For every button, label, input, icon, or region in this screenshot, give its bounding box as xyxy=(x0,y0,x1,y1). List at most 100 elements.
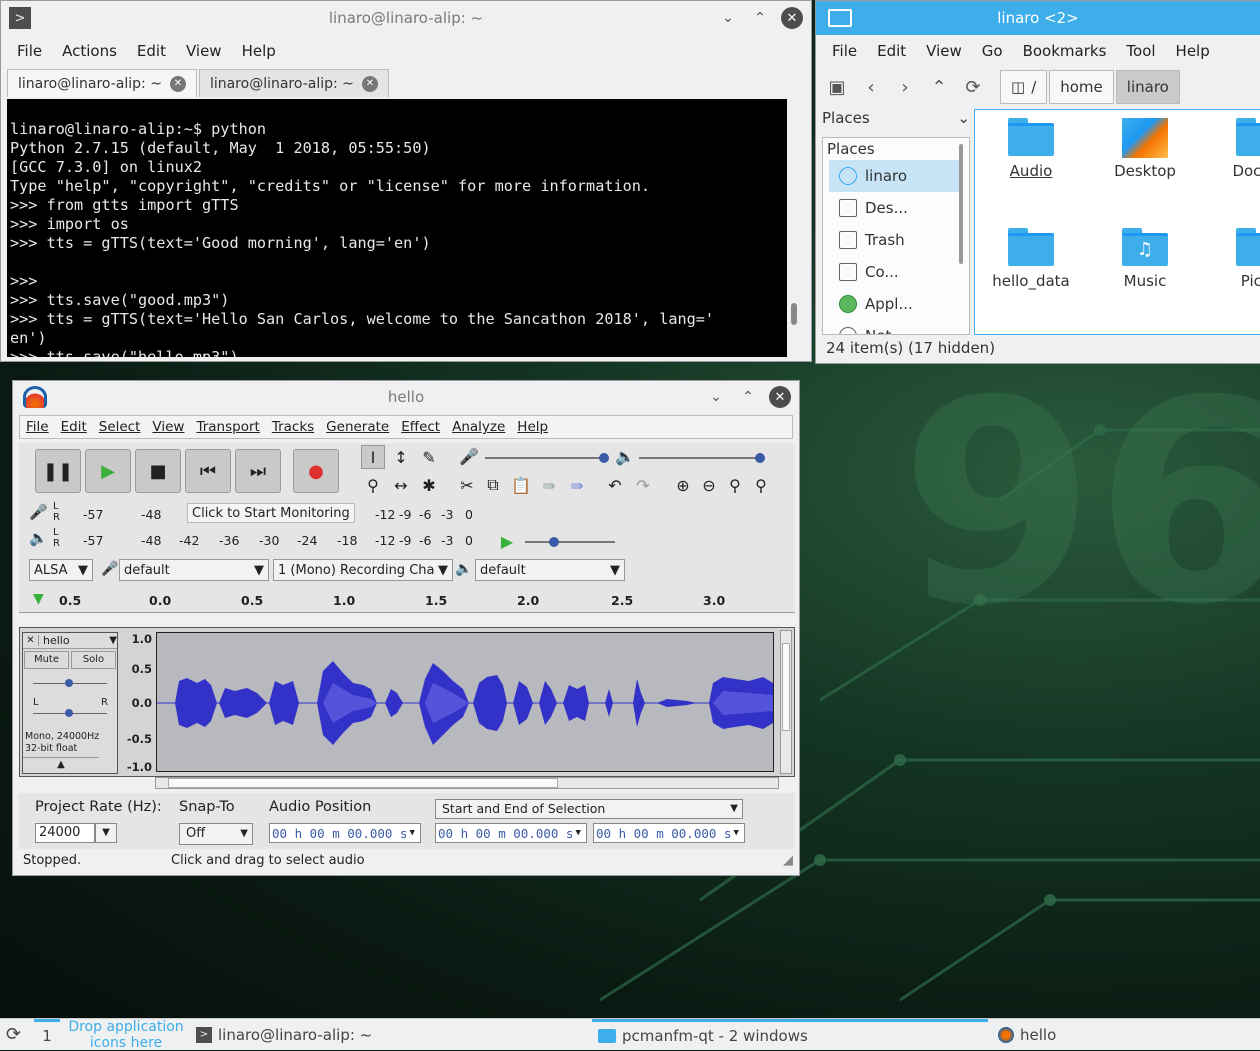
record-meter[interactable]: -57 -48 Click to Start Monitoring -12 -9… xyxy=(79,503,479,525)
places-scrollbar[interactable] xyxy=(959,144,963,264)
new-tab-icon[interactable]: ▣ xyxy=(826,77,848,98)
playback-device-select[interactable]: default ▼ xyxy=(475,559,625,581)
task-audacity[interactable]: hello xyxy=(998,1019,1056,1051)
scroll-thumb[interactable] xyxy=(168,778,558,788)
menu-help[interactable]: Help xyxy=(232,42,286,60)
silence-button[interactable]: ⇛ xyxy=(565,473,589,497)
task-file-manager[interactable]: pcmanfm-qt - 2 windows xyxy=(592,1018,988,1051)
skip-end-button[interactable]: ⏭ xyxy=(235,449,281,493)
audio-position-field[interactable]: 00 h 00 m 00.000 s ▼ xyxy=(269,823,421,843)
horizontal-scrollbar[interactable] xyxy=(155,777,779,789)
skip-start-button[interactable]: ⏮ xyxy=(185,449,231,493)
snap-to-select[interactable]: Off ▼ xyxy=(179,823,253,845)
project-rate-dropdown-icon[interactable]: ▼ xyxy=(95,823,117,843)
maximize-icon[interactable]: ⌃ xyxy=(749,7,771,29)
multi-tool[interactable]: ✱ xyxy=(417,473,441,497)
zoom-in-button[interactable]: ⊕ xyxy=(671,473,695,497)
redo-button[interactable]: ↷ xyxy=(631,473,655,497)
waveform-area[interactable] xyxy=(156,632,774,772)
draw-tool[interactable]: ✎ xyxy=(417,445,441,469)
place-applications[interactable]: Appl... xyxy=(829,288,959,320)
reload-icon[interactable]: ⟳ xyxy=(962,77,984,98)
slider-thumb[interactable] xyxy=(549,537,559,547)
place-trash[interactable]: Trash xyxy=(829,224,959,256)
cut-button[interactable]: ✂ xyxy=(455,473,479,497)
start-menu-button[interactable]: ⟳ xyxy=(6,1019,21,1051)
record-button[interactable]: ● xyxy=(293,449,339,493)
place-network[interactable]: Net... xyxy=(829,320,959,334)
track-menu-arrow-icon[interactable]: ▼ xyxy=(109,635,117,646)
aud-menu-help[interactable]: Help xyxy=(511,419,554,435)
fm-menu-view[interactable]: View xyxy=(916,42,972,60)
close-tab-icon[interactable]: ✕ xyxy=(361,75,378,92)
collapse-track-icon[interactable]: ▲ xyxy=(23,757,99,773)
aud-menu-select[interactable]: Select xyxy=(93,419,147,435)
trim-button[interactable]: ⇛ xyxy=(537,473,561,497)
aud-menu-transport[interactable]: Transport xyxy=(190,419,265,435)
fit-project-button[interactable]: ⚲ xyxy=(749,473,773,497)
play-speed-slider[interactable] xyxy=(525,541,615,543)
close-icon[interactable]: ✕ xyxy=(769,386,791,408)
file-item-music[interactable]: ♫ Music xyxy=(1095,228,1195,290)
project-rate-input[interactable]: 24000 xyxy=(35,823,95,843)
audio-host-select[interactable]: ALSA ▼ xyxy=(29,559,93,581)
fm-menu-bookmarks[interactable]: Bookmarks xyxy=(1013,42,1117,60)
up-icon[interactable]: ⌃ xyxy=(928,77,950,98)
aud-menu-edit[interactable]: Edit xyxy=(55,419,93,435)
crumb-root[interactable]: ◫ / xyxy=(1000,70,1048,104)
minimize-icon[interactable]: ⌄ xyxy=(717,7,739,29)
play-head-icon[interactable]: ▼ xyxy=(33,591,44,607)
menu-file[interactable]: File xyxy=(7,42,52,60)
copy-button[interactable]: ⧉ xyxy=(481,473,505,497)
selection-tool[interactable]: I xyxy=(361,445,385,469)
timeshift-tool[interactable]: ↔ xyxy=(389,473,413,497)
crumb-home[interactable]: home xyxy=(1049,70,1114,104)
maximize-icon[interactable]: ⌃ xyxy=(737,386,759,408)
menu-edit[interactable]: Edit xyxy=(127,42,176,60)
aud-menu-tracks[interactable]: Tracks xyxy=(266,419,320,435)
close-track-icon[interactable]: ✕ xyxy=(23,635,39,646)
aud-menu-generate[interactable]: Generate xyxy=(320,419,395,435)
selection-end-field[interactable]: 00 h 00 m 00.000 s ▼ xyxy=(593,823,745,843)
timeline-ruler[interactable]: ▼ 0.5 0.0 0.5 1.0 1.5 2.0 2.5 3.0 xyxy=(19,589,795,613)
aud-menu-effect[interactable]: Effect xyxy=(395,419,446,435)
selection-mode-select[interactable]: Start and End of Selection ▼ xyxy=(435,799,743,819)
record-volume-slider[interactable] xyxy=(485,457,605,459)
terminal-tab-1[interactable]: linaro@linaro-alip: ~ ✕ xyxy=(7,69,197,97)
stop-button[interactable]: ■ xyxy=(135,449,181,493)
forward-icon[interactable]: › xyxy=(894,77,916,98)
scroll-thumb[interactable] xyxy=(782,643,790,731)
fit-selection-button[interactable]: ⚲ xyxy=(723,473,747,497)
play-at-speed-button[interactable]: ▶ xyxy=(495,529,519,553)
place-desktop[interactable]: Des... xyxy=(829,192,959,224)
fm-menu-tool[interactable]: Tool xyxy=(1116,42,1165,60)
file-item-pictures[interactable]: Pictu xyxy=(1209,228,1260,290)
crumb-linaro[interactable]: linaro xyxy=(1115,70,1180,104)
close-icon[interactable]: ✕ xyxy=(781,7,803,29)
fm-menu-go[interactable]: Go xyxy=(972,42,1013,60)
recording-device-select[interactable]: default ▼ xyxy=(119,559,269,581)
fm-menu-edit[interactable]: Edit xyxy=(867,42,916,60)
envelope-tool[interactable]: ↕ xyxy=(389,445,413,469)
menu-view[interactable]: View xyxy=(176,42,232,60)
play-button[interactable]: ▶ xyxy=(85,449,131,493)
playback-volume-slider[interactable] xyxy=(639,457,759,459)
slider-thumb[interactable] xyxy=(65,709,73,717)
terminal-console[interactable]: linaro@linaro-alip:~$ python Python 2.7.1… xyxy=(7,99,787,357)
playback-meter-speaker-icon[interactable]: 🔈 xyxy=(29,529,48,547)
paste-button[interactable]: 📋 xyxy=(509,473,533,497)
undo-button[interactable]: ↶ xyxy=(603,473,627,497)
aud-menu-view[interactable]: View xyxy=(146,419,190,435)
fm-menu-file[interactable]: File xyxy=(822,42,867,60)
resize-grip-icon[interactable]: ◢ xyxy=(783,853,793,868)
pause-button[interactable]: ❚❚ xyxy=(35,449,81,493)
file-item-audio[interactable]: Audio xyxy=(981,118,1081,180)
vertical-scrollbar[interactable] xyxy=(780,630,792,774)
back-icon[interactable]: ‹ xyxy=(860,77,882,98)
terminal-scrollbar[interactable] xyxy=(791,303,797,325)
zoom-tool[interactable]: ⚲ xyxy=(361,473,385,497)
place-computer[interactable]: Co... xyxy=(829,256,959,288)
file-item-hello-data[interactable]: hello_data xyxy=(981,228,1081,290)
places-header[interactable]: Places ⌄ xyxy=(822,109,970,131)
file-item-desktop[interactable]: Desktop xyxy=(1095,118,1195,180)
